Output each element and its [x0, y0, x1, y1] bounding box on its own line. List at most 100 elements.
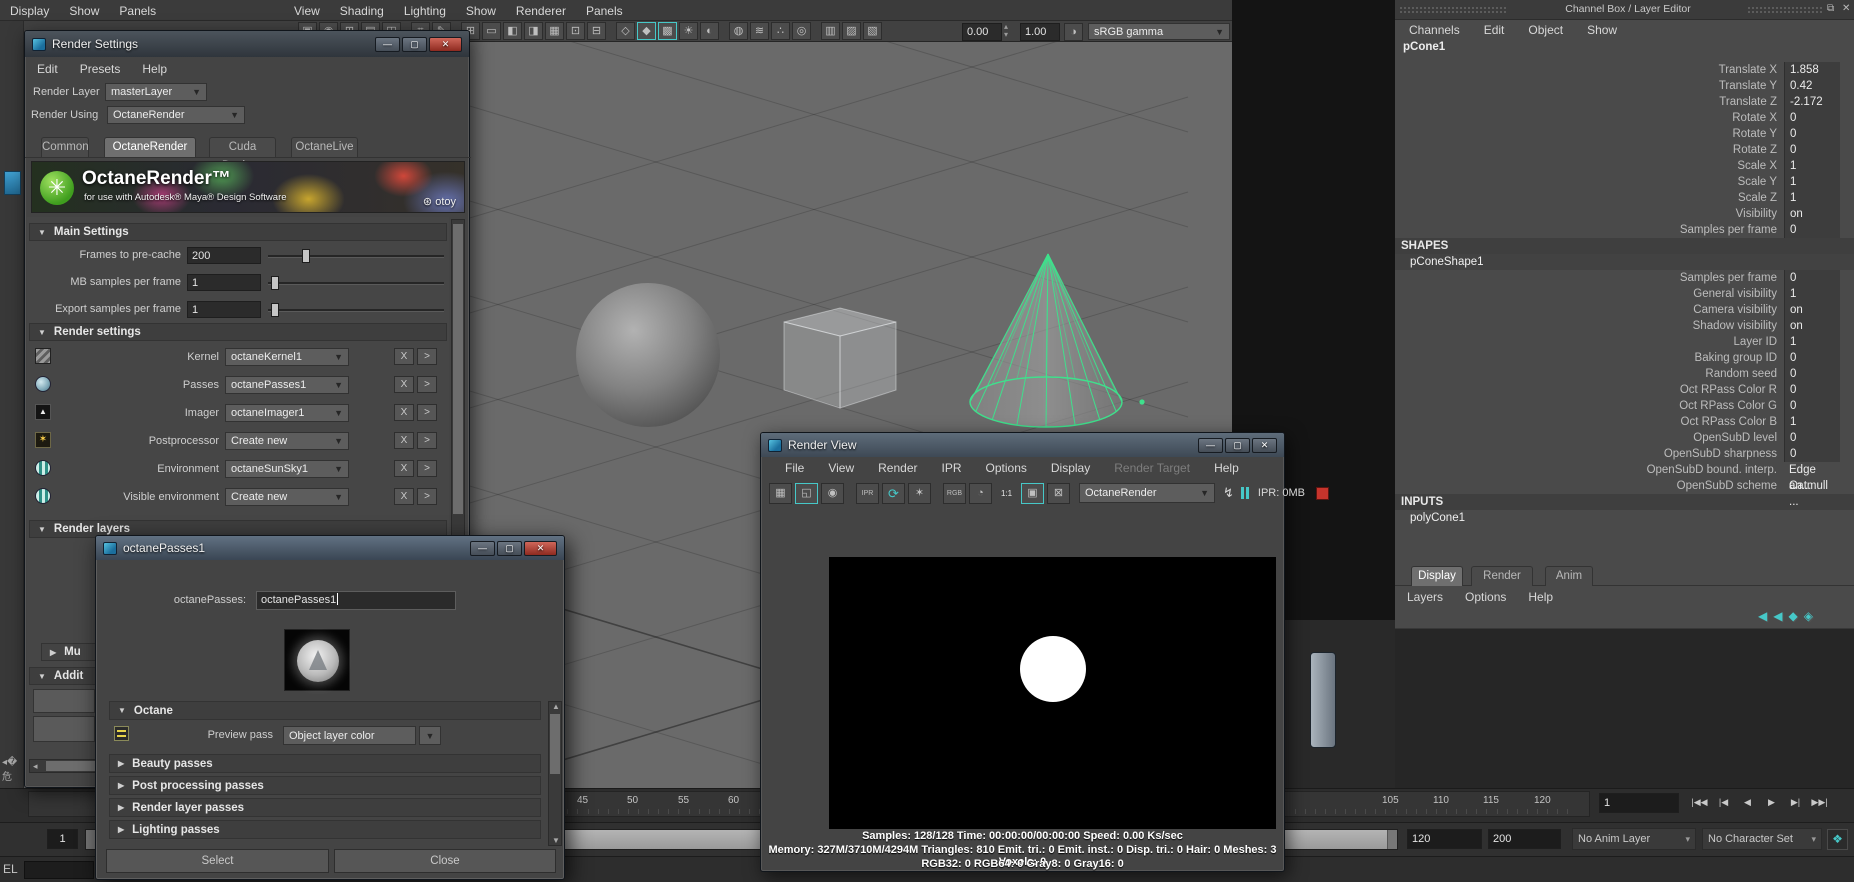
clear-node-button[interactable]: X	[394, 348, 414, 365]
channel-value[interactable]: Catmull ...	[1784, 478, 1840, 508]
refresh-ipr-icon[interactable]: ⟳	[882, 482, 905, 504]
menu-display[interactable]: Display	[4, 2, 55, 20]
create-empty-layer-icon[interactable]: ◆	[1788, 609, 1797, 623]
command-language-label[interactable]: EL	[3, 862, 18, 876]
cb-menu-show[interactable]: Show	[1581, 21, 1623, 39]
connect-node-button[interactable]: >	[417, 376, 437, 393]
tab-common[interactable]: Common	[41, 137, 89, 157]
rv-menu-ipr[interactable]: IPR	[936, 459, 968, 477]
channel-value[interactable]: 0	[1784, 350, 1840, 366]
channel-value[interactable]: 1.858	[1784, 62, 1840, 78]
connect-node-button[interactable]: >	[417, 460, 437, 477]
octane-passes-titlebar[interactable]: octanePasses1 — ▢ ✕	[96, 536, 564, 560]
channel-value[interactable]: 1	[1784, 414, 1840, 430]
maximize-button[interactable]: ▢	[1225, 437, 1250, 453]
channel-value[interactable]: 0	[1784, 446, 1840, 462]
slider-handle[interactable]	[271, 276, 279, 290]
layer-tab-render[interactable]: Render	[1471, 566, 1533, 586]
color-management-icon[interactable]: ◑	[1064, 23, 1083, 41]
motion-blur-icon[interactable]: ≋	[750, 22, 769, 40]
le-menu-options[interactable]: Options	[1459, 588, 1512, 606]
close-panel-icon[interactable]: ✕	[1842, 3, 1850, 14]
one-to-one-icon[interactable]: 1:1	[995, 483, 1018, 504]
node-dropdown-imager[interactable]: octaneImager1 ▼	[225, 404, 349, 422]
material-thumbnail[interactable]	[284, 629, 350, 691]
setting-field-export-samples-per-frame[interactable]: 1	[187, 301, 261, 318]
main-settings-header[interactable]: ▼ Main Settings	[29, 223, 447, 241]
cb-menu-channels[interactable]: Channels	[1403, 21, 1466, 39]
scroll-left-icon[interactable]: ◂�危	[2, 757, 23, 783]
go-to-end-button[interactable]: ▶▶|	[1808, 793, 1831, 812]
snapshot-icon[interactable]: ◉	[821, 482, 844, 504]
layer-tab-display[interactable]: Display	[1411, 566, 1463, 586]
input-node-name[interactable]: polyCone1	[1395, 510, 1854, 526]
menu-show[interactable]: Show	[63, 2, 105, 20]
channel-value[interactable]: 0	[1784, 366, 1840, 382]
passes-vertical-scrollbar[interactable]: ▲ ▼	[548, 701, 562, 846]
minimize-button[interactable]: —	[375, 36, 400, 52]
viewport-menu-show[interactable]: Show	[460, 2, 502, 20]
selected-object-name[interactable]: pCone1	[1403, 41, 1445, 53]
scroll-left-icon[interactable]: ◂	[33, 761, 38, 772]
rv-menu-help[interactable]: Help	[1208, 459, 1245, 477]
range-end-field[interactable]: 200	[1488, 829, 1561, 849]
render-layer-dropdown[interactable]: masterLayer ▼	[105, 83, 207, 101]
flash-icon[interactable]: ↯	[1223, 485, 1234, 501]
channel-value[interactable]: 0	[1784, 382, 1840, 398]
scroll-down-icon[interactable]: ▼	[552, 836, 560, 845]
channel-value[interactable]: 0	[1784, 398, 1840, 414]
move-layer-up-icon[interactable]: ◀	[1758, 609, 1767, 623]
screen-ao-icon[interactable]: ◍	[729, 22, 748, 40]
cb-menu-edit[interactable]: Edit	[1478, 21, 1511, 39]
channel-value[interactable]: 0	[1784, 222, 1840, 238]
close-button[interactable]: ✕	[429, 36, 462, 52]
tab-octanelive[interactable]: OctaneLive	[291, 137, 358, 157]
safe-title-icon[interactable]: ⊟	[587, 22, 606, 40]
setting-box[interactable]	[33, 716, 95, 742]
range-start-field[interactable]: 1	[47, 829, 78, 849]
tab-octanerender[interactable]: OctaneRender	[104, 137, 196, 157]
rs-menu-help[interactable]: Help	[136, 60, 173, 78]
scroll-up-icon[interactable]: ▲	[552, 702, 560, 711]
slider-handle[interactable]	[302, 249, 310, 263]
node-dropdown-passes[interactable]: octanePasses1 ▼	[225, 376, 349, 394]
clear-node-button[interactable]: X	[394, 460, 414, 477]
play-forwards-button[interactable]: ▶	[1760, 793, 1783, 812]
maximize-button[interactable]: ▢	[497, 540, 522, 556]
viewport-menu-lighting[interactable]: Lighting	[398, 2, 452, 20]
step-forward-button[interactable]: ▶|	[1784, 793, 1807, 812]
rs-menu-edit[interactable]: Edit	[31, 60, 64, 78]
viewport-menu-renderer[interactable]: Renderer	[510, 2, 572, 20]
channel-value[interactable]: Edge an...	[1784, 462, 1840, 492]
render-settings-titlebar[interactable]: Render Settings — ▢ ✕	[25, 31, 469, 57]
clear-node-button[interactable]: X	[394, 376, 414, 393]
render-icon[interactable]: ▦	[769, 482, 792, 504]
gate-mask-icon[interactable]: ◨	[524, 22, 543, 40]
resolution-gate-icon[interactable]: ◧	[503, 22, 522, 40]
slider-handle[interactable]	[271, 303, 279, 317]
channel-value[interactable]: 0	[1784, 270, 1840, 286]
close-button[interactable]: ✕	[524, 540, 557, 556]
le-menu-layers[interactable]: Layers	[1401, 588, 1449, 606]
node-dropdown-postprocessor[interactable]: Create new ▼	[225, 432, 349, 450]
panel-scrollbar[interactable]	[1310, 652, 1336, 748]
stop-render-icon[interactable]	[1315, 486, 1329, 500]
wireframe-icon[interactable]: ◇	[616, 22, 635, 40]
channel-value[interactable]: on	[1784, 302, 1840, 318]
connect-node-button[interactable]: >	[417, 348, 437, 365]
node-name-input[interactable]: octanePasses1	[256, 591, 456, 610]
maximize-button[interactable]: ▢	[402, 36, 427, 52]
safe-action-icon[interactable]: ⊡	[566, 22, 585, 40]
rs-menu-presets[interactable]: Presets	[74, 60, 127, 78]
channel-value[interactable]: 0	[1784, 430, 1840, 446]
textured-icon[interactable]: ▩	[658, 22, 677, 40]
channel-value[interactable]: on	[1784, 318, 1840, 334]
render-image-area[interactable]	[829, 557, 1276, 829]
lights-icon[interactable]: ☀	[679, 22, 698, 40]
exposure-stepper[interactable]: ▴ ▾	[1004, 23, 1008, 39]
clear-node-button[interactable]: X	[394, 404, 414, 421]
channel-value[interactable]: 1	[1784, 174, 1840, 190]
connect-node-button[interactable]: >	[417, 432, 437, 449]
render-settings-icon[interactable]: ✶	[908, 482, 931, 504]
channel-value[interactable]: 0	[1784, 126, 1840, 142]
